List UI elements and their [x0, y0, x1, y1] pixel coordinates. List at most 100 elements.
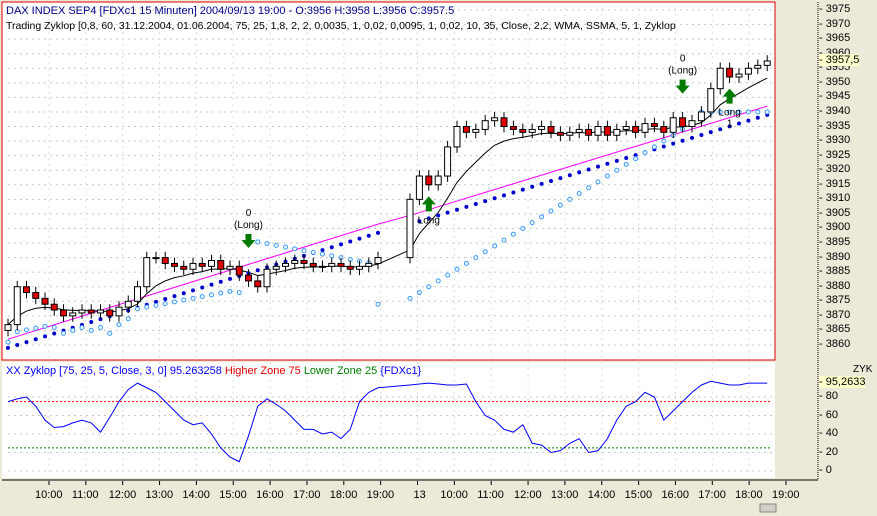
candle-body [444, 146, 452, 177]
sar-dot-2 [501, 237, 507, 243]
candle-body [735, 73, 743, 78]
sar-dot-2 [661, 138, 667, 144]
sar-dot [376, 230, 380, 235]
sar-dot-2 [283, 244, 288, 250]
candle-body [319, 265, 326, 268]
sar-dot-2 [482, 249, 488, 255]
candle-body [519, 128, 527, 133]
last-price-label: - 3957,5 [819, 53, 860, 66]
osc-axis-label: ZYK [853, 364, 873, 375]
sar-dot [329, 245, 334, 250]
candle-body [235, 265, 243, 276]
sar-dot-2 [557, 202, 563, 208]
candle-body [143, 257, 151, 288]
price-tick: - 3970 [819, 17, 851, 30]
sar-dot [455, 207, 459, 212]
time-tick: 14:00 [182, 489, 210, 501]
sar-dot [473, 202, 478, 207]
scrollbar-thumb[interactable] [759, 503, 777, 513]
sar-dot [483, 199, 488, 204]
sar-dot [680, 138, 685, 143]
time-tick: 18:00 [329, 489, 358, 501]
sar-dot-2 [88, 327, 94, 333]
price-tick: - 3935 [819, 119, 851, 132]
candle-body [134, 286, 141, 302]
sar-dot [502, 193, 506, 198]
sar-dot-2 [548, 208, 554, 214]
time-tick: 16:00 [661, 489, 689, 501]
candle-body [697, 111, 705, 122]
sar-dot-2 [407, 295, 413, 301]
candle-body [291, 260, 299, 264]
sar-dot [558, 176, 563, 181]
signal-label: Long [418, 215, 440, 226]
sar-dot [699, 133, 704, 138]
sar-dot [586, 167, 591, 172]
osc-tick: - 60 [819, 408, 838, 421]
sar-dot [661, 144, 666, 149]
candle-body [115, 306, 123, 317]
candle-body [575, 128, 583, 133]
price-tick: - 3925 [819, 148, 851, 161]
candle-body [415, 175, 423, 200]
price-panel[interactable] [1, 1, 776, 361]
sar-dot-2 [135, 306, 140, 312]
candle-body [406, 198, 414, 259]
sar-dot [228, 276, 232, 281]
sar-dot [339, 242, 343, 247]
candle-body [152, 257, 160, 260]
candle-body [688, 120, 696, 128]
price-tick: - 3890 [819, 250, 851, 263]
osc-tick: - 80 [819, 390, 838, 402]
sar-dot-2 [492, 243, 498, 249]
sar-dot [200, 285, 205, 290]
sar-dot-2 [181, 297, 187, 303]
sar-dot [181, 291, 186, 296]
price-tick: - 3860 [819, 337, 851, 350]
time-tick: 12:00 [108, 489, 137, 501]
price-tick: - 3915 [819, 177, 851, 190]
sar-dot-2 [510, 231, 516, 237]
candle-body [669, 117, 677, 133]
candle-body [208, 260, 215, 267]
candle-body [566, 131, 574, 136]
time-tick: 18:00 [735, 489, 763, 501]
candle-body [660, 126, 668, 133]
sar-dot [6, 345, 10, 350]
sar-dot [218, 279, 223, 284]
candle-body [453, 126, 461, 148]
sar-dot [690, 135, 694, 140]
sar-dot-2 [623, 161, 629, 167]
candle-body [328, 262, 336, 267]
candle-body [425, 175, 433, 186]
candle-body [679, 117, 687, 128]
sar-dot-2 [435, 278, 441, 284]
sar-dot [624, 156, 629, 161]
sar-dot [255, 268, 260, 273]
sar-dot-2 [236, 290, 242, 296]
candle-body [744, 67, 752, 75]
candle-body [300, 260, 308, 264]
candle-body [462, 126, 470, 133]
time-tick: 10:00 [440, 489, 468, 501]
time-tick: 19:00 [772, 489, 800, 501]
candle-body [4, 324, 12, 331]
oscillator-panel[interactable] [2, 362, 775, 478]
candle-body [171, 262, 178, 267]
candle-body [87, 309, 95, 314]
candle-body [754, 64, 762, 69]
time-tick: 10:00 [35, 489, 63, 501]
candle-body [180, 265, 188, 270]
candle-body [632, 126, 640, 133]
candle-body [594, 126, 602, 136]
osc-tick: - 40 [819, 427, 838, 439]
sar-dot-2 [172, 299, 177, 305]
sar-dot [33, 337, 38, 342]
sar-dot [24, 340, 29, 345]
signal-label: 0 [246, 208, 252, 219]
candle-body [481, 120, 489, 130]
sar-dot [671, 141, 676, 146]
sar-dot-2 [329, 253, 335, 259]
candle-body [472, 128, 480, 133]
candle-body [41, 297, 49, 305]
